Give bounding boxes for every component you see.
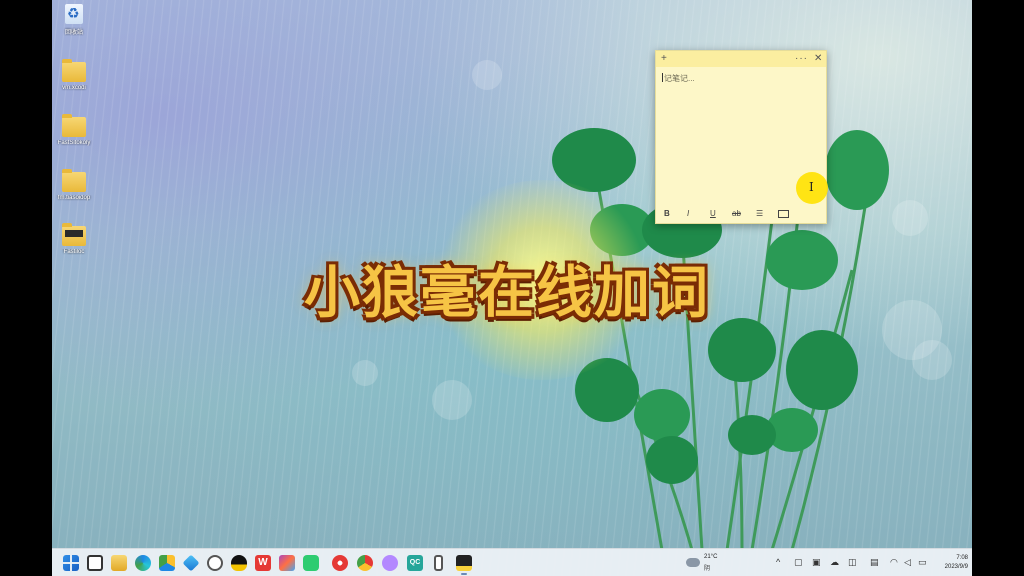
weather-temp: 21°C — [704, 554, 718, 560]
chrome-icon[interactable] — [357, 555, 373, 571]
cloudy-icon — [686, 558, 700, 567]
wechat-icon[interactable] — [303, 555, 319, 571]
formatting-toolbar: B I U ab ☰ — [656, 205, 826, 223]
chevron-up-icon[interactable]: ^ — [776, 557, 780, 567]
sticky-note-header[interactable]: + ··· ✕ — [656, 51, 826, 67]
qc-icon[interactable]: QC — [407, 555, 423, 571]
taskbar: W QC 21°C 阴 ^ ▢ ▣ ☁ ◫ ▤ ◠ ◁ ▭ 7:08 2023/… — [52, 548, 972, 576]
letterbox-right — [972, 0, 1024, 576]
settings-gear-icon[interactable] — [207, 555, 223, 571]
folder-icon — [62, 169, 86, 192]
tray-app-icon-2[interactable]: ▤ — [870, 557, 879, 567]
google-drive-icon[interactable] — [159, 555, 175, 571]
active-app-indicator — [461, 573, 467, 575]
phone-icon[interactable] — [434, 555, 443, 571]
wps-office-icon[interactable]: W — [255, 555, 271, 571]
desktop-icon-label: 回收站 — [64, 30, 83, 36]
insert-image-icon[interactable] — [778, 210, 789, 218]
folder-icon — [62, 114, 86, 137]
input-method-icon[interactable]: ▣ — [812, 557, 821, 567]
recycle-bin-icon — [65, 4, 83, 24]
clipboard-icon[interactable]: ▢ — [794, 557, 803, 567]
more-options-button[interactable]: ··· — [795, 52, 808, 66]
app-icon[interactable] — [382, 555, 398, 571]
wifi-icon[interactable]: ◠ — [890, 557, 898, 567]
weather-condition: 阴 — [704, 566, 711, 572]
desktop-icon-folder[interactable]: Fastiloc — [52, 223, 96, 255]
battery-icon[interactable]: ▭ — [918, 557, 927, 567]
close-button[interactable]: ✕ — [814, 52, 822, 66]
clock-time: 7:08 — [956, 555, 968, 561]
underline-button[interactable]: U — [710, 208, 716, 220]
bullet-list-button[interactable]: ☰ — [756, 208, 763, 220]
clock-date: 2023/9/9 — [944, 564, 968, 570]
text-cursor-icon: I — [809, 180, 814, 194]
desktop-icon-label: FastSitokoly — [57, 140, 91, 146]
desktop-icon-folder[interactable]: vm.xcodi — [52, 59, 96, 91]
note-text-area[interactable]: 记笔记... — [662, 73, 695, 84]
bubble — [472, 60, 502, 90]
add-note-button[interactable]: + — [661, 52, 667, 66]
desktop-icon-recycle-bin[interactable]: 回收站 — [52, 4, 96, 36]
bubble — [352, 360, 378, 386]
onedrive-cloud-icon[interactable]: ☁ — [830, 557, 839, 567]
tray-app-icon[interactable]: ◫ — [848, 557, 857, 567]
bold-button[interactable]: B — [664, 208, 670, 220]
start-button[interactable] — [63, 555, 79, 571]
desktop-icon-label: vm.xcodi — [62, 85, 86, 91]
desktop-icon-folder[interactable]: FastSitokoly — [52, 114, 96, 146]
task-view-icon[interactable] — [87, 555, 103, 571]
edge-browser-icon[interactable] — [135, 555, 151, 571]
strikethrough-button[interactable]: ab — [732, 208, 741, 220]
photos-icon[interactable] — [279, 555, 295, 571]
folder-icon — [62, 223, 86, 246]
letterbox-left — [0, 0, 52, 576]
desktop-icon-label: Fastiloc — [63, 249, 85, 255]
kite-icon[interactable] — [182, 554, 200, 572]
file-explorer-icon[interactable] — [111, 555, 127, 571]
text-caret — [662, 73, 663, 82]
qq-penguin-icon[interactable] — [231, 555, 247, 571]
desktop-icon-folder[interactable]: fm.tiasoidop — [52, 169, 96, 201]
folder-icon — [62, 59, 86, 82]
title-banner: 小狼毫在线加词 — [304, 261, 710, 326]
notes-icon[interactable] — [456, 555, 472, 571]
volume-icon[interactable]: ◁ — [904, 557, 911, 567]
bubble — [432, 380, 472, 420]
desktop-icon-label: fm.tiasoidop — [57, 195, 91, 201]
system-clock[interactable]: 7:08 2023/9/9 — [932, 554, 968, 572]
italic-button[interactable]: I — [687, 208, 689, 220]
note-placeholder: 记笔记... — [664, 74, 695, 83]
huawei-icon[interactable] — [332, 555, 348, 571]
